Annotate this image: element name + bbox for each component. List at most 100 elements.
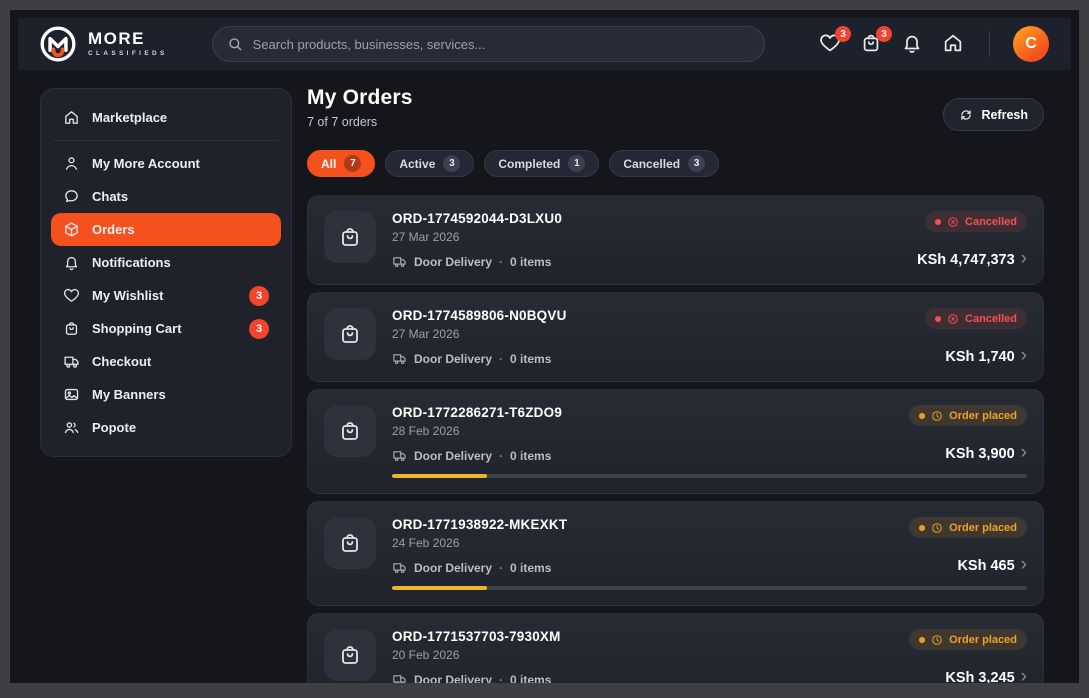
user-icon <box>63 155 80 172</box>
people-icon <box>63 419 80 436</box>
order-card[interactable]: ORD-1771537703-7930XM 20 Feb 2026 Door D… <box>307 613 1044 683</box>
order-items-count: 0 items <box>510 352 551 366</box>
cart-button[interactable]: 3 <box>860 32 884 56</box>
filter-tab-count: 1 <box>568 155 585 172</box>
order-bag-icon <box>324 308 376 360</box>
truck-icon <box>392 672 407 683</box>
sidebar-item-shopping-cart[interactable]: Shopping Cart 3 <box>51 312 281 345</box>
sidebar-item-popote[interactable]: Popote <box>51 411 281 444</box>
sidebar-item-my-more-account[interactable]: My More Account <box>51 147 281 180</box>
clock-icon <box>931 522 943 534</box>
app-window: MORE CLASSIFIEDS 3 3 C <box>10 10 1079 683</box>
sidebar-item-marketplace[interactable]: Marketplace <box>51 101 281 134</box>
main-content: My Orders 7 of 7 orders Refresh All 7 Ac… <box>307 86 1044 683</box>
search-icon <box>227 36 243 52</box>
filter-tab-cancelled[interactable]: Cancelled 3 <box>609 150 719 177</box>
brand-logo[interactable]: MORE CLASSIFIEDS <box>38 24 168 64</box>
sidebar-item-label: Shopping Cart <box>92 321 182 336</box>
order-price-row[interactable]: KSh 4,747,373 › <box>917 250 1027 269</box>
order-status-badge: Order placed <box>909 629 1027 650</box>
circle-x-icon <box>947 216 959 228</box>
brand-name: MORE <box>88 30 168 47</box>
order-status-price: Order placed KSh 3,245 › <box>909 629 1027 683</box>
order-status-label: Order placed <box>949 410 1017 422</box>
sidebar-item-my-wishlist[interactable]: My Wishlist 3 <box>51 279 281 312</box>
order-card[interactable]: ORD-1774592044-D3LXU0 27 Mar 2026 Door D… <box>307 195 1044 285</box>
top-navigation-bar: MORE CLASSIFIEDS 3 3 C <box>18 18 1071 70</box>
order-status-price: Order placed KSh 465 › <box>909 517 1027 575</box>
order-price-row[interactable]: KSh 1,740 › <box>945 347 1027 366</box>
notifications-button[interactable] <box>901 32 925 56</box>
order-card[interactable]: ORD-1774589806-N0BQVU 27 Mar 2026 Door D… <box>307 292 1044 382</box>
user-avatar[interactable]: C <box>1013 26 1049 62</box>
filter-tab-active[interactable]: Active 3 <box>385 150 474 177</box>
order-price: KSh 1,740 <box>945 349 1014 365</box>
clock-icon <box>931 410 943 422</box>
wishlist-button[interactable]: 3 <box>819 32 843 56</box>
home-button[interactable] <box>942 32 966 56</box>
filter-tab-count: 7 <box>344 155 361 172</box>
more-logo-icon <box>38 24 78 64</box>
refresh-button[interactable]: Refresh <box>943 98 1044 131</box>
bell-icon <box>63 254 80 271</box>
truck-icon <box>392 254 407 269</box>
order-price-row[interactable]: KSh 3,900 › <box>945 444 1027 463</box>
order-info: ORD-1774592044-D3LXU0 27 Mar 2026 Door D… <box>392 211 562 269</box>
refresh-label: Refresh <box>981 108 1028 122</box>
chevron-right-icon: › <box>1021 346 1027 365</box>
order-meta: Door Delivery · 0 items <box>392 672 561 683</box>
order-delivery-method: Door Delivery <box>414 352 492 366</box>
order-details: ORD-1772286271-T6ZDO9 28 Feb 2026 Door D… <box>392 405 1027 478</box>
order-progress-fill <box>392 474 487 478</box>
truck-icon <box>392 351 407 366</box>
sidebar-divider <box>53 140 279 141</box>
truck-icon <box>63 353 80 370</box>
order-status-price: Cancelled KSh 4,747,373 › <box>917 211 1027 269</box>
chevron-right-icon: › <box>1021 443 1027 462</box>
sidebar-item-label: Chats <box>92 189 128 204</box>
order-progress-bar <box>392 586 1027 590</box>
order-date: 27 Mar 2026 <box>392 230 562 244</box>
order-price: KSh 3,900 <box>945 446 1014 462</box>
sidebar-item-label: My Banners <box>92 387 166 402</box>
order-filter-tabs: All 7 Active 3 Completed 1 Cancelled 3 <box>307 150 1044 177</box>
search-bar[interactable] <box>212 26 765 62</box>
order-card[interactable]: ORD-1771938922-MKEXKT 24 Feb 2026 Door D… <box>307 501 1044 606</box>
order-delivery-method: Door Delivery <box>414 255 492 269</box>
clock-icon <box>931 634 943 646</box>
circle-x-icon <box>947 313 959 325</box>
status-dot-icon <box>919 525 925 531</box>
order-date: 28 Feb 2026 <box>392 424 562 438</box>
order-meta: Door Delivery · 0 items <box>392 448 562 463</box>
status-dot-icon <box>919 413 925 419</box>
sidebar-item-my-banners[interactable]: My Banners <box>51 378 281 411</box>
chevron-right-icon: › <box>1021 555 1027 574</box>
order-id: ORD-1774592044-D3LXU0 <box>392 211 562 226</box>
order-card[interactable]: ORD-1772286271-T6ZDO9 28 Feb 2026 Door D… <box>307 389 1044 494</box>
order-info: ORD-1772286271-T6ZDO9 28 Feb 2026 Door D… <box>392 405 562 463</box>
order-details: ORD-1771938922-MKEXKT 24 Feb 2026 Door D… <box>392 517 1027 590</box>
filter-tab-completed[interactable]: Completed 1 <box>484 150 599 177</box>
order-id: ORD-1772286271-T6ZDO9 <box>392 405 562 420</box>
meta-separator: · <box>499 352 503 366</box>
meta-separator: · <box>499 561 503 575</box>
order-status-label: Cancelled <box>965 216 1017 228</box>
orders-count-subtitle: 7 of 7 orders <box>307 115 1044 129</box>
sidebar-item-checkout[interactable]: Checkout <box>51 345 281 378</box>
sidebar-item-orders[interactable]: Orders <box>51 213 281 246</box>
order-status-badge: Cancelled <box>925 211 1027 232</box>
meta-separator: · <box>499 449 503 463</box>
order-price-row[interactable]: KSh 3,245 › <box>945 668 1027 683</box>
search-input[interactable] <box>253 37 750 52</box>
status-dot-icon <box>935 219 941 225</box>
order-bag-icon <box>324 211 376 263</box>
filter-tab-all[interactable]: All 7 <box>307 150 375 177</box>
order-date: 20 Feb 2026 <box>392 648 561 662</box>
sidebar-item-label: Popote <box>92 420 136 435</box>
sidebar-item-notifications[interactable]: Notifications <box>51 246 281 279</box>
order-price-row[interactable]: KSh 465 › <box>957 556 1027 575</box>
sidebar-item-chats[interactable]: Chats <box>51 180 281 213</box>
sidebar-item-count-badge: 3 <box>249 319 269 339</box>
order-details: ORD-1774592044-D3LXU0 27 Mar 2026 Door D… <box>392 211 1027 269</box>
order-items-count: 0 items <box>510 449 551 463</box>
